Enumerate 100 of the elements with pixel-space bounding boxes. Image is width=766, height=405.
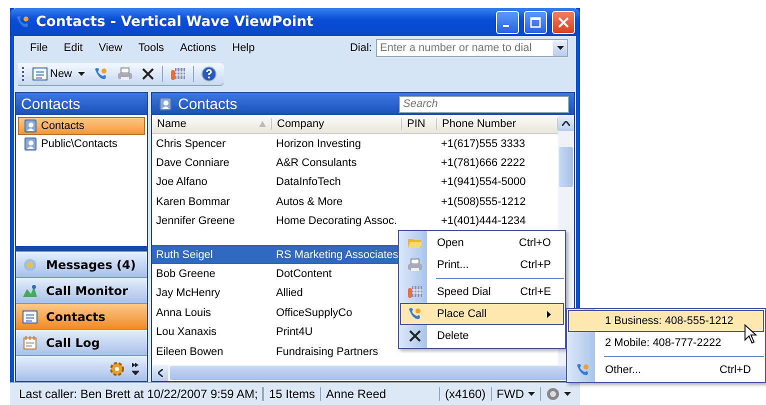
app-icon (15, 14, 31, 30)
help-button[interactable] (200, 64, 218, 82)
speaker-icon (546, 387, 560, 401)
messages-icon (22, 256, 38, 272)
menu-item[interactable]: 1 Business: 408-555-1212 (568, 310, 764, 332)
phone-icon (93, 66, 110, 82)
grip-icon (22, 66, 25, 82)
phone-icon (575, 362, 591, 378)
table-cell-text: Fundraising Partners (275, 346, 380, 358)
table-cell-text: Home Decorating Assoc. (275, 215, 398, 228)
menu-item[interactable]: Actions (172, 40, 224, 56)
column-header[interactable]: Name (152, 118, 272, 130)
nav-button[interactable]: Call Monitor (16, 277, 147, 303)
sidebar-header: Contacts (16, 93, 147, 115)
menu-item[interactable]: View (90, 40, 130, 56)
delete-icon (408, 329, 422, 343)
help-icon (201, 66, 218, 82)
user-name: Anne Reed (321, 387, 440, 401)
extension-text: (x4160) (440, 387, 492, 401)
table-row[interactable]: Jennifer Greene Home Decorating Assoc. +1(401)444-1234 (152, 212, 558, 231)
content-title: Contacts (178, 96, 238, 112)
table-row[interactable]: Karen Bommar Autos & More +1(508)555-1212 (152, 192, 558, 212)
table-cell-text: RS Marketing Associates (275, 248, 400, 261)
table-cell-text: Anna Louis (155, 306, 212, 319)
table-cell-text: Eileen Bowen (155, 346, 224, 358)
caret-icon (556, 46, 564, 50)
close-button[interactable] (552, 10, 575, 34)
table-cell-text: +1(781)666 2222 (440, 157, 526, 170)
search-field[interactable]: Search (399, 96, 569, 112)
table-cell-text: DataInfoTech (275, 176, 342, 188)
printer-icon (407, 257, 423, 273)
table-cell-text: Karen Bommar (155, 196, 231, 208)
phone-icon (407, 306, 423, 322)
nav-button[interactable]: Contacts (16, 303, 147, 329)
minimize-button[interactable] (496, 10, 519, 34)
table-cell-text: Horizon Investing (275, 138, 362, 150)
splitter-handle[interactable] (16, 246, 147, 251)
table-cell-text: +1(617)555 3333 (440, 138, 526, 150)
menu-item[interactable]: Speed Dial Ctrl+E (400, 281, 564, 303)
nav-button[interactable]: Messages (4) (16, 251, 147, 277)
dial-field[interactable]: Enter a number or name to dial (376, 39, 568, 57)
table-cell-text: Jennifer Greene (155, 215, 236, 228)
chevron-icon (132, 362, 139, 374)
new-card-icon (32, 66, 48, 82)
caret-icon (78, 72, 86, 76)
menu-item[interactable]: Place Call (400, 303, 564, 325)
table-row[interactable]: Chris Spencer Horizon Investing +1(617)555 3333 (152, 134, 558, 154)
status-text: Last caller: Ben Brett at 10/22/2007 9:59 AM; (14, 387, 263, 401)
contacts-icon (157, 96, 173, 112)
table-cell-text: Joe Alfano (155, 176, 208, 188)
table-cell-text: DotContent (275, 268, 333, 280)
table-cell-text: +1(401)444-1234 (440, 215, 527, 228)
table-cell-text: Autos & More (275, 196, 344, 208)
column-header[interactable]: PIN (402, 118, 437, 130)
mouse-pointer-icon (744, 324, 758, 344)
delete-button[interactable] (140, 66, 156, 82)
address-book-icon (22, 118, 38, 134)
scrollbar-thumb[interactable] (559, 147, 573, 187)
new-button[interactable]: New (31, 64, 86, 82)
print-button[interactable] (116, 64, 134, 82)
minimize-icon (502, 25, 508, 27)
menu-item[interactable]: 2 Mobile: 408-777-2222 (568, 332, 764, 354)
dial-label: Dial: (350, 42, 373, 54)
table-cell-text: Chris Spencer (155, 138, 227, 150)
table-cell-text: Bob Greene (155, 268, 216, 280)
window-title: Contacts - Vertical Wave ViewPoint (36, 14, 314, 30)
list-icon (22, 308, 38, 324)
table-cell-text: OfficeSupplyCo (275, 306, 354, 319)
menu-item[interactable]: File (22, 40, 56, 56)
sort-icon (259, 121, 266, 127)
menu-item[interactable]: Tools (130, 40, 172, 56)
scroll-left-icon (158, 369, 162, 377)
scroll-up-icon (562, 120, 570, 126)
folder-item[interactable]: Contacts (18, 117, 145, 135)
table-row[interactable]: Dave Conniare A&R Consulants +1(781)666 2222 (152, 153, 558, 173)
table-row[interactable]: Joe Alfano DataInfoTech +1(941)554-5000 (152, 172, 558, 192)
caret-icon (528, 392, 535, 396)
table-cell-text: +1(941)554-5000 (440, 176, 527, 188)
table-cell-text: Jay McHenry (155, 287, 222, 300)
gear-icon (108, 360, 126, 378)
item-count: 15 Items (263, 387, 322, 401)
close-icon (558, 16, 569, 28)
caret-icon (564, 392, 571, 396)
table-cell-text: Lou Xanaxis (155, 326, 218, 338)
grid-hand-icon (407, 284, 423, 300)
printer-icon (117, 66, 134, 82)
delete-icon (141, 66, 156, 80)
nav-button[interactable]: Call Log (16, 329, 147, 355)
menu-item[interactable]: Edit (56, 40, 91, 56)
grid-hand-icon (170, 66, 186, 82)
folder-item[interactable]: Public\Contacts (18, 135, 145, 153)
forward-dropdown[interactable]: FWD (492, 387, 540, 401)
dropdown-button[interactable] (553, 40, 567, 56)
maximize-button[interactable] (524, 10, 547, 34)
table-cell-text: Ruth Seigel (155, 248, 214, 261)
table-cell-text: Dave Conniare (155, 157, 230, 170)
menu-item[interactable]: Other... Ctrl+D (568, 359, 764, 381)
menu-item[interactable]: Help (224, 40, 263, 56)
maximize-icon (530, 16, 541, 28)
column-header[interactable]: Company (272, 118, 402, 130)
